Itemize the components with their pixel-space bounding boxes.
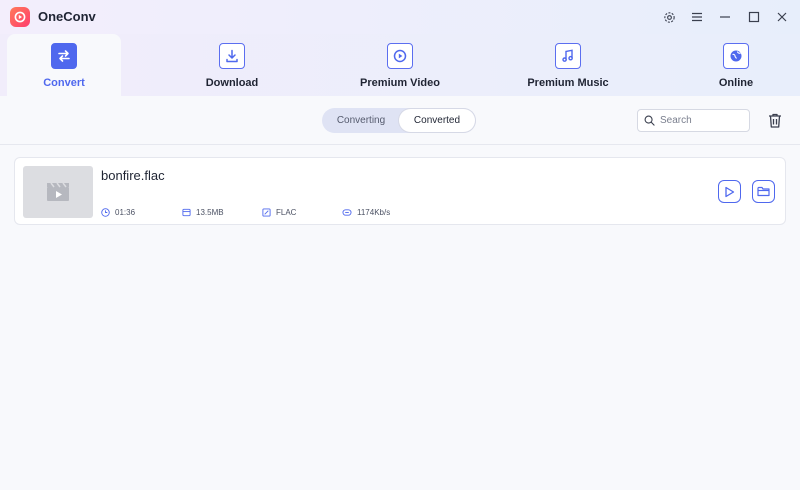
- close-icon[interactable]: [773, 8, 791, 26]
- conversion-status-toggle: Converting Converted: [322, 108, 476, 133]
- convert-arrows-icon: [51, 43, 77, 69]
- file-size: 13.5MB: [182, 208, 224, 217]
- clock-icon: [101, 208, 110, 217]
- list-item: bonfire.flac 01:36 13.5MB FLAC 1174Kb/s: [14, 157, 786, 225]
- file-bitrate: 1174Kb/s: [342, 208, 390, 217]
- open-folder-button[interactable]: [752, 180, 775, 203]
- bitrate-value: 1174Kb/s: [357, 208, 391, 217]
- app-title: OneConv: [38, 9, 96, 24]
- app-logo-icon: [14, 11, 26, 23]
- size-value: 13.5MB: [196, 208, 224, 217]
- music-note-icon: [555, 43, 581, 69]
- title-bar: OneConv: [0, 0, 800, 34]
- play-icon: [725, 186, 735, 197]
- app-logo: [10, 7, 30, 27]
- menu-icon[interactable]: [688, 8, 706, 26]
- tab-convert[interactable]: Convert: [7, 34, 121, 96]
- folder-icon: [757, 186, 770, 197]
- format-value: FLAC: [276, 208, 297, 217]
- download-icon: [219, 43, 245, 69]
- play-button[interactable]: [718, 180, 741, 203]
- file-name: bonfire.flac: [101, 168, 165, 183]
- file-size-icon: [182, 208, 191, 217]
- tab-download-label: Download: [205, 77, 259, 89]
- tab-download[interactable]: Download: [175, 34, 289, 96]
- tab-premium-video-label: Premium Video: [360, 77, 440, 89]
- tab-premium-video[interactable]: Premium Video: [343, 34, 457, 96]
- tab-converting[interactable]: Converting: [323, 109, 399, 132]
- file-thumbnail: [23, 166, 93, 218]
- video-clapper-icon: [47, 182, 69, 201]
- trash-icon[interactable]: [765, 110, 785, 130]
- main-nav: Convert Download Premium Video Premium M…: [0, 34, 800, 96]
- tab-converted[interactable]: Converted: [399, 109, 475, 132]
- search-icon: [644, 115, 655, 126]
- bitrate-icon: [342, 209, 352, 216]
- format-icon: [262, 208, 271, 217]
- maximize-icon[interactable]: [745, 8, 763, 26]
- settings-icon[interactable]: [660, 8, 678, 26]
- tab-premium-music[interactable]: Premium Music: [511, 34, 625, 96]
- tab-premium-music-label: Premium Music: [527, 77, 609, 89]
- search-box[interactable]: [637, 109, 750, 132]
- tab-convert-label: Convert: [43, 77, 85, 89]
- minimize-icon[interactable]: [716, 8, 734, 26]
- file-format: FLAC: [262, 208, 296, 217]
- play-circle-icon: [387, 43, 413, 69]
- file-duration: 01:36: [101, 208, 135, 217]
- tab-online[interactable]: Online: [679, 34, 793, 96]
- search-input[interactable]: [660, 115, 740, 126]
- duration-value: 01:36: [115, 208, 136, 217]
- globe-icon: [723, 43, 749, 69]
- toolbar-divider: [0, 144, 800, 145]
- tab-online-label: Online: [718, 77, 754, 89]
